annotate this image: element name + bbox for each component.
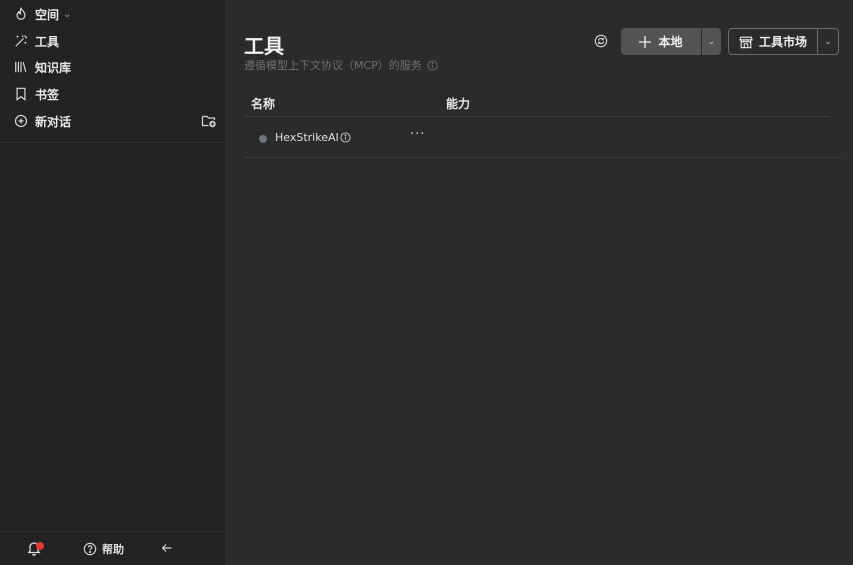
tool-name: HexStrikeAI xyxy=(275,131,339,144)
header-divider xyxy=(244,116,830,117)
store-icon xyxy=(739,36,753,48)
notification-badge xyxy=(36,542,44,550)
help-button[interactable]: 帮助 xyxy=(83,541,124,557)
status-indicator xyxy=(259,135,267,143)
subtitle-text: 遵循模型上下文协议（MCP）的服务 xyxy=(244,59,422,72)
sidebar-item-knowledge-base[interactable]: 知识库 xyxy=(14,57,71,77)
sidebar-item-tools[interactable]: 工具 xyxy=(14,31,59,51)
info-icon[interactable] xyxy=(427,59,438,71)
new-folder-icon[interactable] xyxy=(201,113,217,129)
sidebar-footer: 帮助 xyxy=(0,531,227,565)
add-local-button[interactable]: 本地 xyxy=(621,28,701,55)
table-row[interactable]: HexStrikeAI ··· xyxy=(244,118,842,158)
flame-icon xyxy=(16,7,26,20)
tool-market-dropdown[interactable]: ⌄ xyxy=(818,28,839,55)
bookmark-icon xyxy=(16,87,26,101)
sidebar-divider xyxy=(0,142,227,143)
tool-market-label: 工具市场 xyxy=(758,35,807,49)
chevron-down-icon: ⌄ xyxy=(707,36,716,47)
plus-circle-icon xyxy=(14,114,28,128)
space-switcher[interactable]: 空间 ⌄ xyxy=(14,4,71,24)
help-label: 帮助 xyxy=(102,543,124,556)
sidebar-item-label: 知识库 xyxy=(35,60,72,75)
arrow-left-icon[interactable] xyxy=(160,541,174,555)
magic-wand-icon xyxy=(15,35,28,47)
sidebar-item-label: 书签 xyxy=(35,87,60,102)
info-icon[interactable] xyxy=(340,132,351,143)
add-local-label: 本地 xyxy=(658,35,683,49)
add-local-dropdown[interactable]: ⌄ xyxy=(702,28,721,55)
sidebar-item-bookmarks[interactable]: 书签 xyxy=(14,84,59,104)
page-subtitle: 遵循模型上下文协议（MCP）的服务 xyxy=(244,57,438,73)
refresh-icon[interactable] xyxy=(594,34,608,48)
sidebar-item-label: 工具 xyxy=(35,34,60,49)
chevron-down-icon: ⌄ xyxy=(63,8,72,20)
tool-market-button[interactable]: 工具市场 xyxy=(728,28,818,55)
question-circle-icon xyxy=(83,542,97,556)
plus-icon xyxy=(639,35,652,48)
sidebar: 空间 ⌄ 工具 知识库 书签 新对话 帮助 xyxy=(0,0,227,565)
main-panel: 工具 遵循模型上下文协议（MCP）的服务 本地 ⌄ 工具市场 ⌄ 名称 能力 H… xyxy=(228,0,853,565)
sidebar-item-label: 新对话 xyxy=(35,114,72,129)
books-icon xyxy=(15,61,27,73)
page-title: 工具 xyxy=(244,34,284,58)
space-label: 空间 xyxy=(35,7,60,22)
column-header-capability: 能力 xyxy=(446,97,471,111)
more-options-icon[interactable]: ··· xyxy=(410,127,425,142)
column-header-name: 名称 xyxy=(251,97,276,111)
chevron-down-icon: ⌄ xyxy=(824,36,832,47)
row-divider xyxy=(244,157,842,158)
sidebar-item-new-chat[interactable]: 新对话 xyxy=(14,111,71,131)
